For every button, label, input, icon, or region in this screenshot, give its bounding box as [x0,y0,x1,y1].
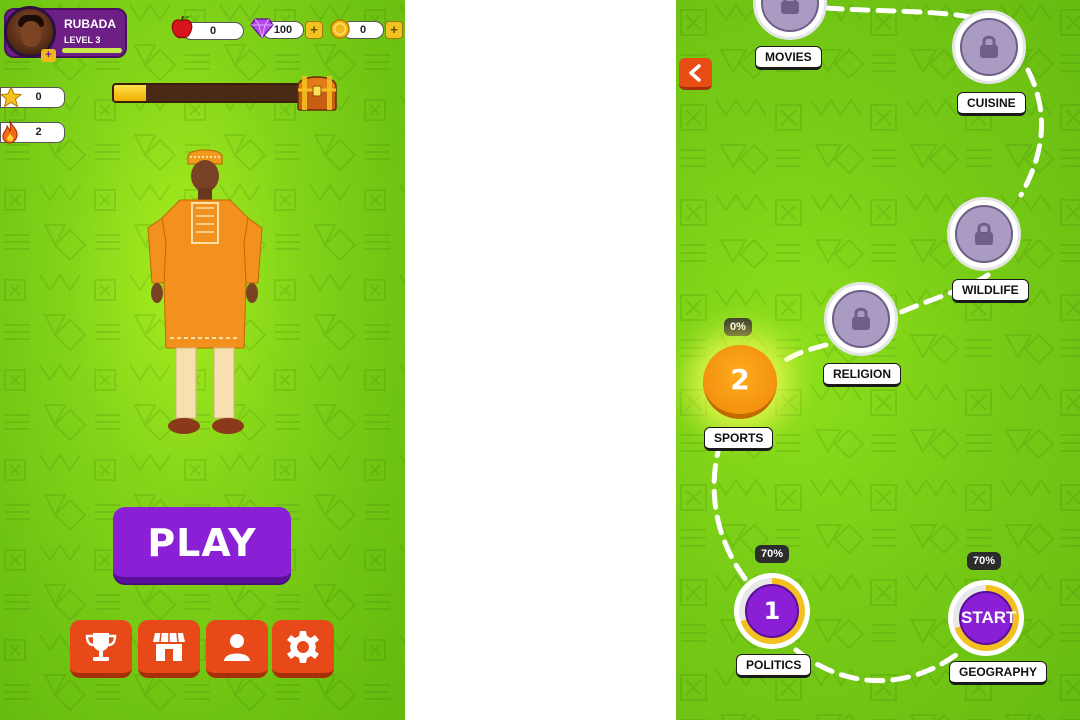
level-node-geography[interactable]: START [948,580,1024,656]
back-button[interactable] [679,58,712,90]
lock-icon [980,35,998,58]
shop-button[interactable] [138,620,200,678]
level-label-sports: SPORTS [704,427,774,451]
flame-icon [2,120,18,144]
level-node-politics[interactable]: 1 [734,573,810,649]
coin-icon [330,19,350,39]
level-node-religion[interactable] [824,282,898,356]
chest-progress-bar [112,83,307,103]
lock-icon [975,222,993,245]
avatar-plus-button[interactable]: + [41,49,56,62]
level-label-movies: MOVIES [755,46,822,70]
level-percent-sports: 0% [724,318,752,336]
player-name: RUBADA [64,17,116,31]
apple-icon [171,15,193,39]
player-character-avatar [147,149,263,434]
add-coins-button[interactable]: + [385,21,403,39]
add-gems-button[interactable]: + [305,21,323,39]
level-node-sports[interactable]: 2 [703,345,777,419]
player-avatar[interactable]: + [4,6,56,62]
level-percent-geography: 70% [967,552,1002,570]
play-button[interactable]: PLAY [113,507,291,583]
leaderboard-button[interactable] [70,620,132,678]
profile-button[interactable] [206,620,268,678]
xp-bar [62,48,122,53]
trophy-icon [85,632,117,661]
chest-progress-fill [114,85,147,101]
level-label-geography: GEOGRAPHY [949,661,1048,685]
progress-ring: START [953,585,1019,651]
level-label-cuisine: CUISINE [957,92,1026,116]
level-label-religion: RELIGION [823,363,902,387]
level-map-screen: MOVIES CUISINE WILDLIFE RELIGION 0% 2 SP… [676,0,1080,720]
level-node-wildlife[interactable] [947,197,1021,271]
level-label-wildlife: WILDLIFE [952,279,1029,303]
shop-icon [153,632,185,661]
chevron-left-icon [688,63,701,82]
home-screen: RUBADA LEVEL 3 + 0 100 + 0 + 0 2 PLAY [0,0,405,720]
settings-icon [287,630,319,663]
level-node-cuisine[interactable] [952,10,1026,84]
level-label-politics: POLITICS [736,654,812,678]
lock-icon [852,307,870,330]
gem-icon [250,18,274,39]
player-level: LEVEL 3 [64,35,101,45]
treasure-chest-icon[interactable] [294,70,340,114]
profile-icon [224,633,250,661]
progress-ring: 1 [739,578,805,644]
settings-button[interactable] [272,620,334,678]
lock-icon [781,0,799,14]
level-percent-politics: 70% [755,545,790,563]
star-icon [0,86,22,108]
